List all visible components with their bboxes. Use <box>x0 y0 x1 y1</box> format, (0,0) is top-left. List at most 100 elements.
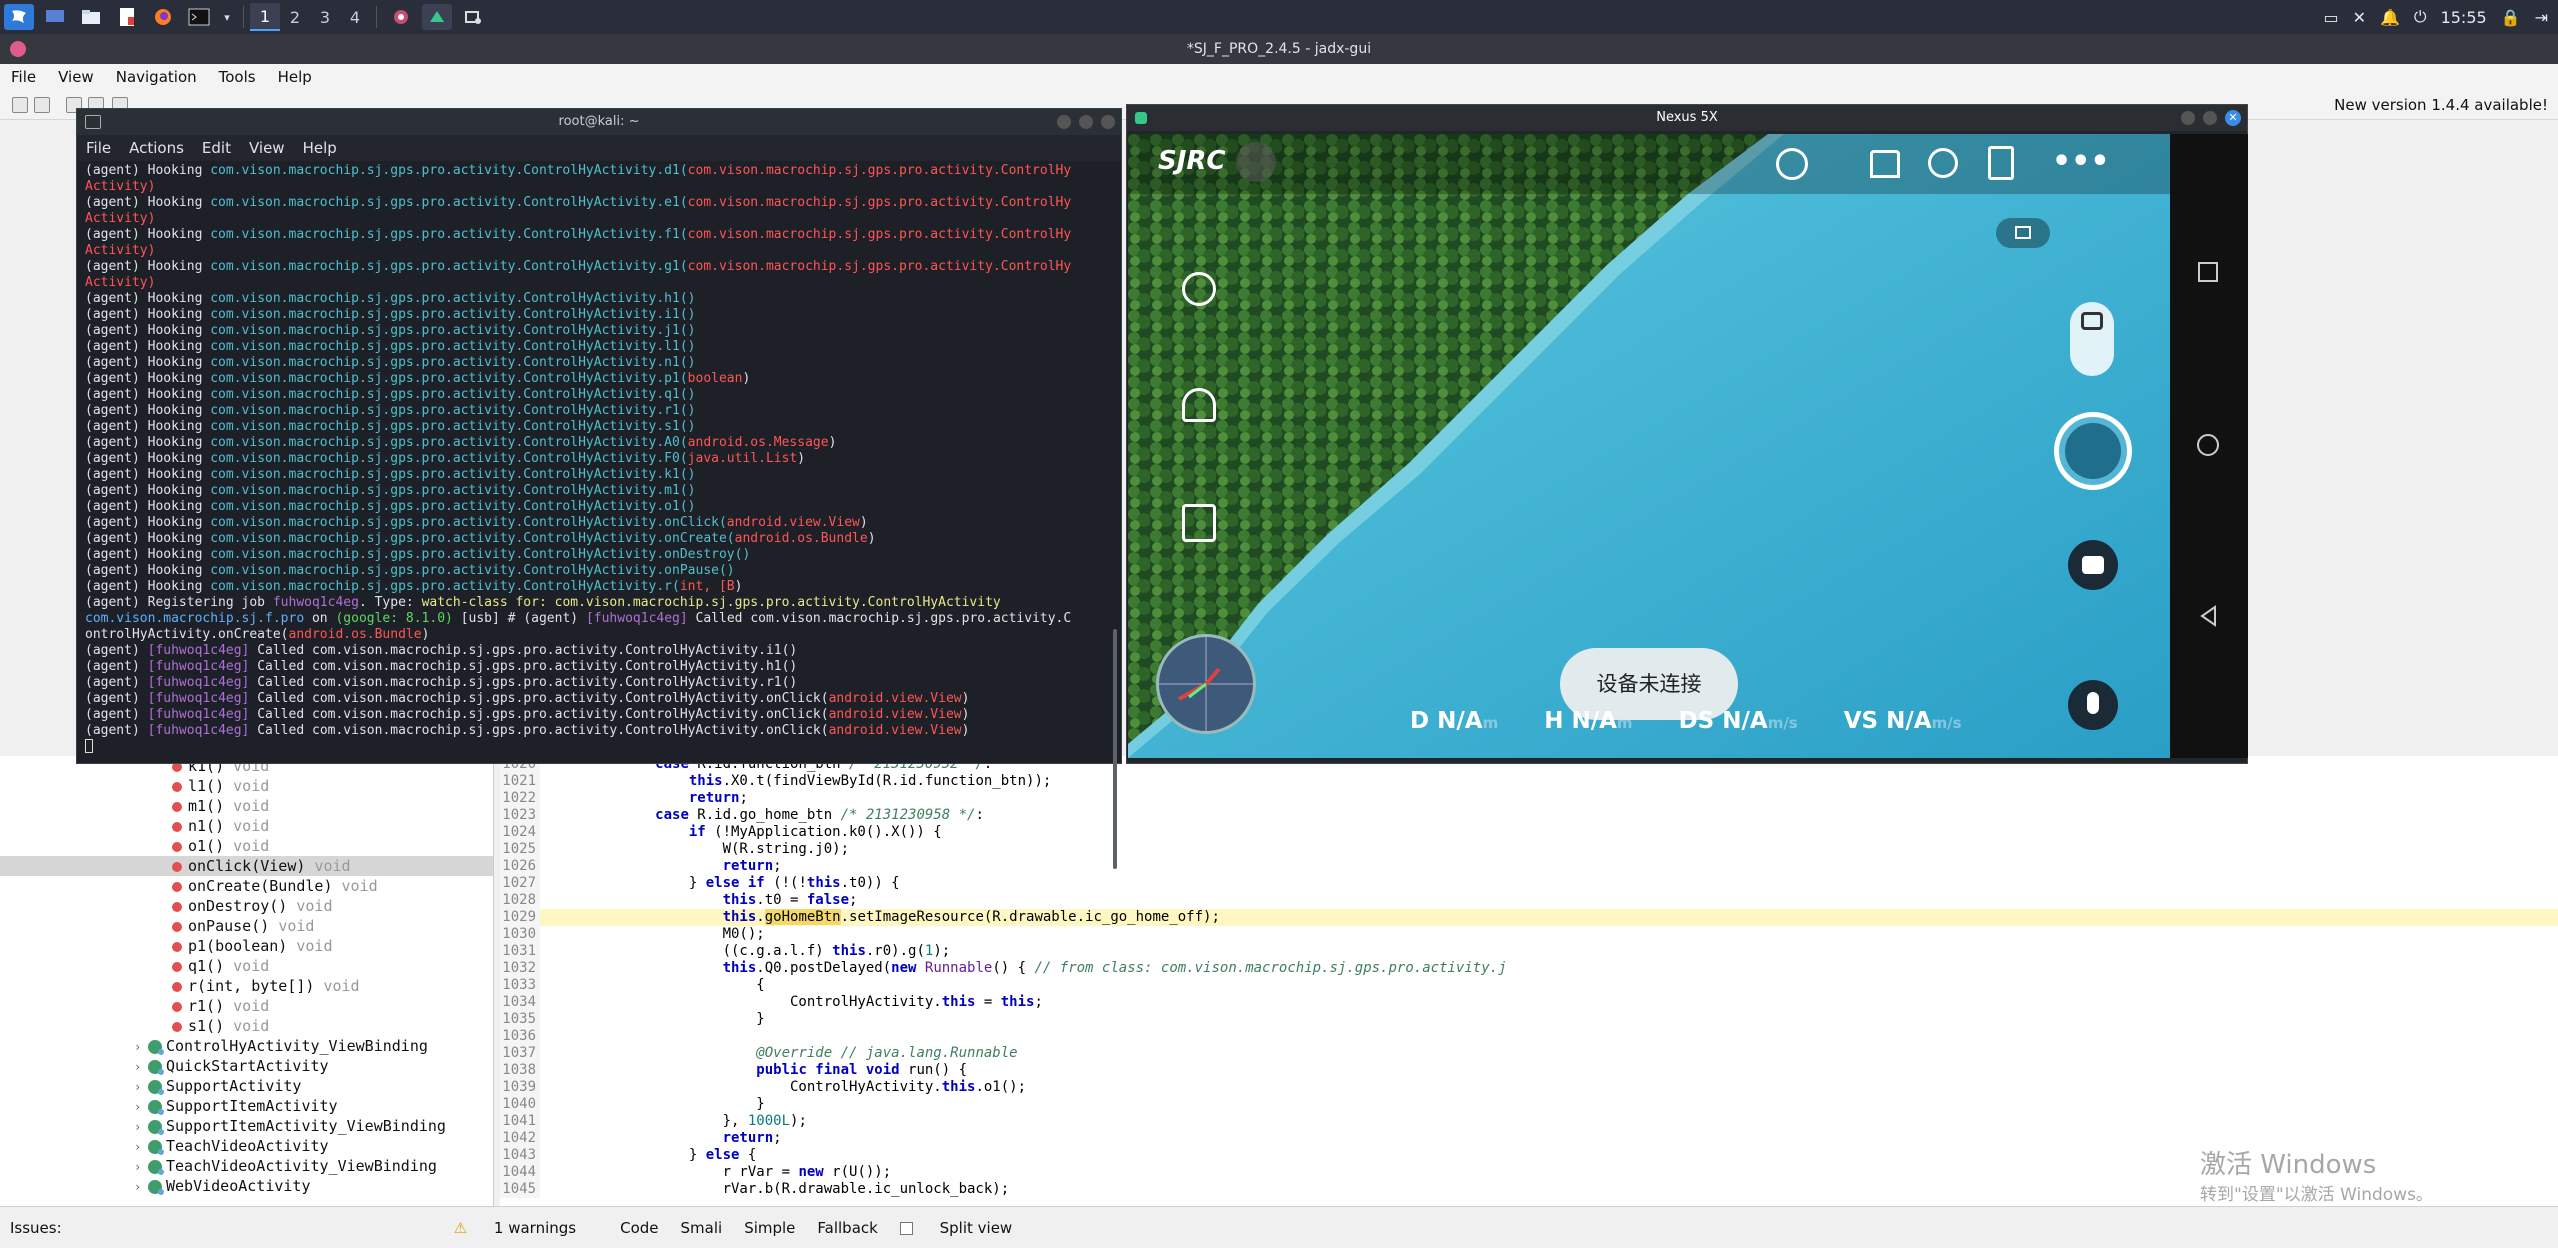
term-menu-help[interactable]: Help <box>294 139 346 157</box>
drone-camera-screen[interactable]: SJRC ••• 设备未连接 D N/Am H N/Am DS N/Am/s V… <box>1128 134 2170 758</box>
display-icon[interactable]: ▭ <box>2323 8 2338 27</box>
code-line[interactable]: 1025 W(R.string.j0); <box>500 841 2558 858</box>
drone-icon[interactable] <box>1870 150 1900 178</box>
term-menu-edit[interactable]: Edit <box>193 139 240 157</box>
chevron-right-icon[interactable]: › <box>134 1077 148 1097</box>
phone-settings-icon[interactable] <box>1988 146 2014 180</box>
shutter-button[interactable] <box>2054 412 2132 490</box>
terminal-output[interactable]: (agent) Hooking com.vison.macrochip.sj.g… <box>85 163 1100 759</box>
tree-method-row[interactable]: l1() void <box>0 776 493 796</box>
menu-help[interactable]: Help <box>267 68 323 86</box>
video-record-button[interactable] <box>2068 540 2118 590</box>
gps-icon[interactable] <box>1776 148 1808 180</box>
takeoff-icon[interactable] <box>1182 272 1216 306</box>
tab-simple[interactable]: Simple <box>744 1219 795 1237</box>
tree-class-row[interactable]: › SupportItemActivity_ViewBinding <box>0 1116 493 1136</box>
code-line[interactable]: 1032 this.Q0.postDelayed(new Runnable() … <box>500 960 2558 977</box>
tree-method-row[interactable]: r(int, byte[]) void <box>0 976 493 996</box>
workspace-4[interactable]: 4 <box>340 3 370 31</box>
code-line[interactable]: 1035 } <box>500 1011 2558 1028</box>
tree-method-row[interactable]: onClick(View) void <box>0 856 493 876</box>
emu-close-button[interactable]: ✕ <box>2225 110 2241 126</box>
terminal-scrollbar[interactable] <box>1113 629 1117 869</box>
term-menu-actions[interactable]: Actions <box>120 139 193 157</box>
code-line[interactable]: 1030 M0(); <box>500 926 2558 943</box>
tree-method-row[interactable]: m1() void <box>0 796 493 816</box>
tree-class-row[interactable]: › TeachVideoActivity <box>0 1136 493 1156</box>
home-button[interactable] <box>2197 434 2219 456</box>
term-menu-view[interactable]: View <box>240 139 294 157</box>
close-button[interactable] <box>1101 115 1115 129</box>
tree-class-row[interactable]: › ControlHyActivity_ViewBinding <box>0 1036 493 1056</box>
firefox-icon[interactable] <box>148 4 178 30</box>
code-line[interactable]: 1026 return; <box>500 858 2558 875</box>
open-file-icon[interactable] <box>12 97 28 113</box>
chevron-right-icon[interactable]: › <box>134 1057 148 1077</box>
recents-button[interactable] <box>2198 262 2218 282</box>
mute-icon[interactable]: ✕ <box>2353 8 2366 27</box>
tree-method-row[interactable]: q1() void <box>0 956 493 976</box>
code-editor[interactable]: 1020 case R.id.function_btn /* 213123095… <box>500 756 2558 1206</box>
term-menu-file[interactable]: File <box>77 139 120 157</box>
terminal-icon[interactable] <box>184 4 214 30</box>
workspace-3[interactable]: 3 <box>310 3 340 31</box>
tree-method-row[interactable]: o1() void <box>0 836 493 856</box>
menu-tools[interactable]: Tools <box>208 68 267 86</box>
chevron-right-icon[interactable]: › <box>134 1037 148 1057</box>
workspace-1[interactable]: 1 <box>250 3 280 31</box>
code-line[interactable]: 1031 ((c.g.a.l.f) this.r0).g(1); <box>500 943 2558 960</box>
lock-icon[interactable]: 🔒 <box>2501 8 2521 27</box>
return-home-icon[interactable] <box>1182 504 1216 542</box>
chevron-right-icon[interactable]: › <box>134 1137 148 1157</box>
code-line[interactable]: 1041 }, 1000L); <box>500 1113 2558 1130</box>
tree-method-row[interactable]: s1() void <box>0 1016 493 1036</box>
tree-method-row[interactable]: n1() void <box>0 816 493 836</box>
power-icon[interactable]: ⏻ <box>2414 7 2427 27</box>
tree-class-row[interactable]: › SupportItemActivity <box>0 1096 493 1116</box>
warnings-indicator[interactable]: ⚠ 1 warnings <box>454 1219 598 1237</box>
chevron-right-icon[interactable]: › <box>134 1177 148 1197</box>
code-line[interactable]: 1034 ControlHyActivity.this = this; <box>500 994 2558 1011</box>
tree-method-row[interactable]: onDestroy() void <box>0 896 493 916</box>
tree-class-row[interactable]: › SupportActivity <box>0 1076 493 1096</box>
menu-navigation[interactable]: Navigation <box>105 68 208 86</box>
workspace-2[interactable]: 2 <box>280 3 310 31</box>
chevron-down-icon[interactable]: ▾ <box>220 4 234 30</box>
maximize-button[interactable] <box>1079 115 1093 129</box>
tree-method-row[interactable]: onCreate(Bundle) void <box>0 876 493 896</box>
code-line[interactable]: 1023 case R.id.go_home_btn /* 2131230958… <box>500 807 2558 824</box>
tab-code[interactable]: Code <box>620 1219 658 1237</box>
menu-file[interactable]: File <box>0 68 47 86</box>
tree-method-row[interactable]: p1(boolean) void <box>0 936 493 956</box>
chevron-right-icon[interactable]: › <box>134 1097 148 1117</box>
code-line[interactable]: 1037 @Override // java.lang.Runnable <box>500 1045 2558 1062</box>
split-view-toggle[interactable]: Split view <box>899 1219 1034 1237</box>
app-window-icon[interactable] <box>386 4 416 30</box>
code-line[interactable]: 1039 ControlHyActivity.this.o1(); <box>500 1079 2558 1096</box>
code-line[interactable]: 1021 this.X0.t(findViewById(R.id.functio… <box>500 773 2558 790</box>
tab-smali[interactable]: Smali <box>681 1219 723 1237</box>
tree-class-row[interactable]: › TeachVideoActivity_ViewBinding <box>0 1156 493 1176</box>
file-manager-icon[interactable] <box>76 4 106 30</box>
menu-view[interactable]: View <box>47 68 105 86</box>
back-button[interactable] <box>2197 604 2221 628</box>
chevron-right-icon[interactable]: › <box>134 1117 148 1137</box>
photo-video-switch[interactable] <box>2070 302 2114 376</box>
code-line[interactable]: 1024 if (!MyApplication.k0().X()) { <box>500 824 2558 841</box>
code-line[interactable]: 1022 return; <box>500 790 2558 807</box>
split-view-checkbox[interactable] <box>899 1221 913 1235</box>
code-line[interactable]: 1027 } else if (!(!this.t0)) { <box>500 875 2558 892</box>
text-editor-icon[interactable] <box>112 4 142 30</box>
code-line[interactable]: 1028 this.t0 = false; <box>500 892 2558 909</box>
kali-menu-icon[interactable] <box>4 4 34 30</box>
tree-method-row[interactable]: onPause() void <box>0 916 493 936</box>
save-icon[interactable] <box>34 97 50 113</box>
logout-icon[interactable]: ⇥ <box>2535 8 2548 27</box>
waypoint-icon[interactable] <box>1182 388 1216 422</box>
code-line[interactable]: 1040 } <box>500 1096 2558 1113</box>
tree-class-row[interactable]: › WebVideoActivity <box>0 1176 493 1196</box>
new-version-notice[interactable]: New version 1.4.4 available! <box>2334 96 2548 114</box>
notification-bell-icon[interactable]: 🔔 <box>2380 8 2400 27</box>
chevron-right-icon[interactable]: › <box>134 1157 148 1177</box>
emu-minimize-button[interactable] <box>2181 111 2195 125</box>
